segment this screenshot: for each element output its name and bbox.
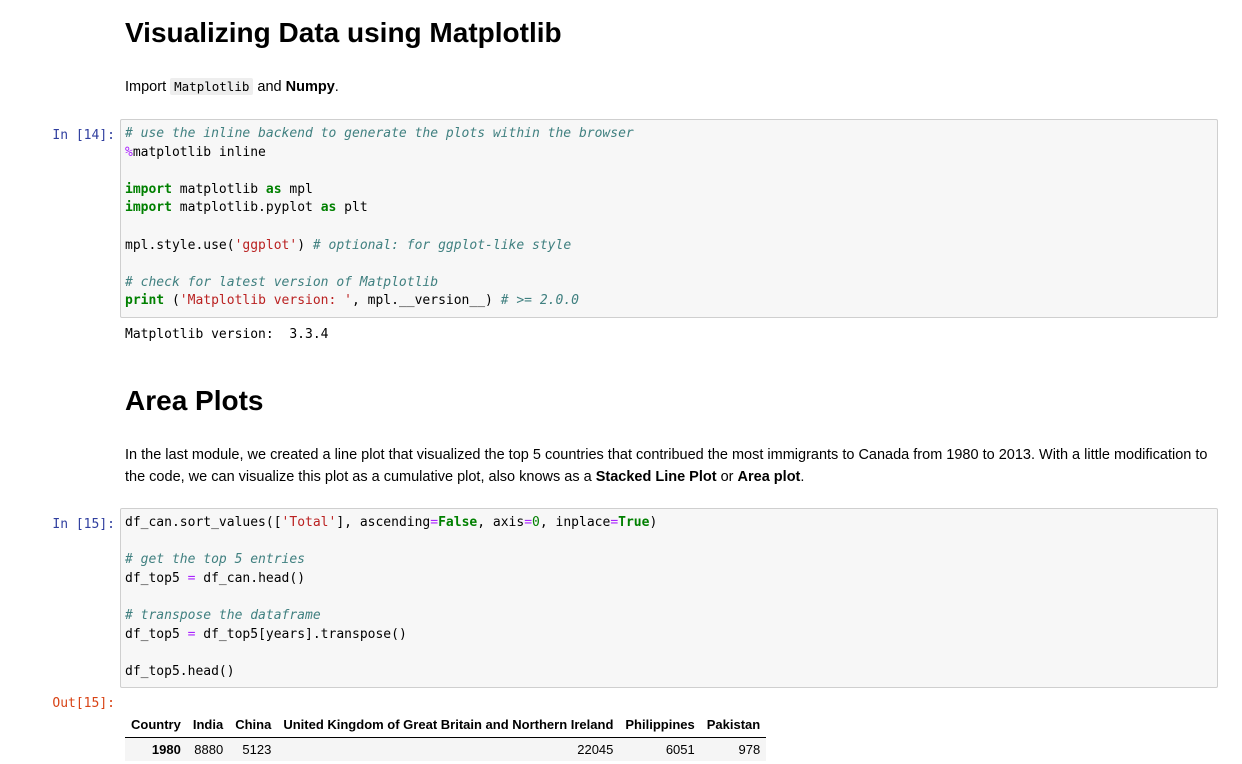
- table-cell: 5123: [242, 742, 272, 757]
- dataframe-table: Country India China United Kingdom of Gr…: [125, 712, 767, 761]
- code-editor-14[interactable]: # use the inline backend to generate the…: [125, 125, 1213, 311]
- input-prompt-14: In [14]:: [52, 128, 115, 143]
- area-plots-paragraph: In the last module, we created a line pl…: [125, 447, 1208, 485]
- output-prompt-15: Out[15]:: [52, 696, 115, 711]
- inline-code-matplotlib: Matplotlib: [170, 78, 254, 95]
- bold-area-plot: Area plot: [737, 469, 801, 485]
- table-cell: 8880: [194, 742, 224, 757]
- notebook-page: Visualizing Data using Matplotlib Import…: [0, 0, 1242, 764]
- code-editor-15[interactable]: df_can.sort_values(['Total'], ascending=…: [125, 514, 1213, 681]
- bold-numpy: Numpy: [285, 79, 335, 95]
- table-cell: 978: [738, 742, 761, 757]
- table-header-cell: India: [186, 712, 230, 738]
- table-header-cell: Pakistan: [700, 712, 767, 738]
- table-row: 1980 8880 5123 22045 6051 978: [125, 737, 767, 761]
- table-header-cell: United Kingdom of Great Britain and Nort…: [277, 712, 620, 738]
- input-prompt-15: In [15]:: [52, 517, 115, 532]
- section-title-visualizing: Visualizing Data using Matplotlib: [125, 17, 562, 48]
- table-row-index: 1980: [151, 742, 181, 757]
- table-header-cell: Philippines: [619, 712, 701, 738]
- table-header-cell: China: [229, 712, 278, 738]
- import-paragraph: Import Matplotlib and Numpy.: [125, 78, 339, 95]
- bold-stacked-line-plot: Stacked Line Plot: [595, 469, 717, 485]
- table-header-row: Country India China United Kingdom of Gr…: [125, 712, 767, 738]
- code-cell-15[interactable]: df_can.sort_values(['Total'], ascending=…: [120, 508, 1218, 688]
- section-title-area-plots: Area Plots: [125, 385, 264, 416]
- table-header-cell: Country: [125, 712, 187, 738]
- code-cell-14[interactable]: # use the inline backend to generate the…: [120, 119, 1218, 318]
- output-14: Matplotlib version: 3.3.4: [125, 327, 329, 342]
- table-cell: 6051: [665, 742, 695, 757]
- table-cell: 22045: [577, 742, 614, 757]
